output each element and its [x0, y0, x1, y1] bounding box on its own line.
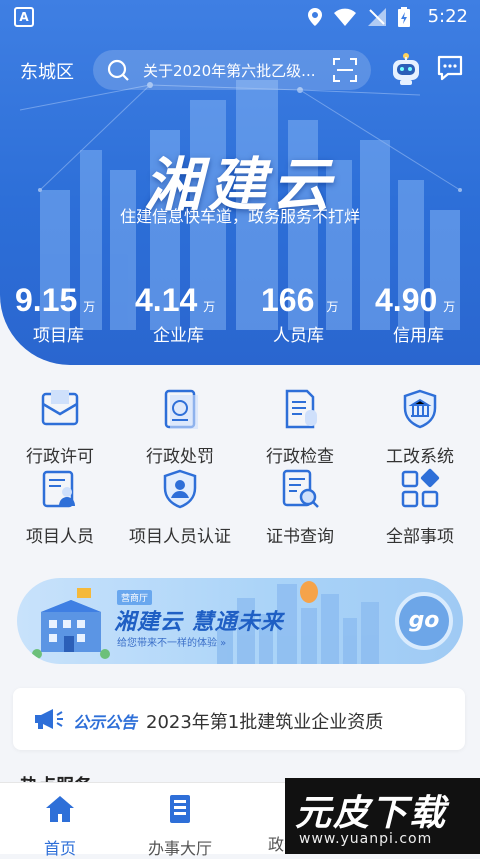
service-project-staff[interactable]: 项目人员: [0, 468, 120, 547]
service-label: 项目人员认证: [129, 527, 231, 547]
service-label: 行政许可: [26, 447, 94, 467]
stat-enterprise[interactable]: 4.14 万 企业库: [135, 282, 255, 346]
stat-label: 项目库: [33, 326, 84, 346]
wifi-icon: [334, 8, 356, 26]
service-admin-license[interactable]: 行政许可: [0, 388, 120, 467]
brand-slogan: 住建信息快车道，政务服务不打烊: [119, 207, 360, 226]
stat-value: 9.15: [15, 282, 78, 318]
notice-bar[interactable]: 公示公告 2023年第1批建筑业企业资质: [13, 688, 465, 750]
stat-unit: 万: [443, 300, 456, 314]
tab-home[interactable]: 首页: [0, 793, 120, 859]
battery-icon: [398, 7, 410, 27]
watermark-title: 元皮下载: [295, 793, 448, 834]
megaphone-icon: [35, 709, 63, 729]
banner-tag: 营商厅: [117, 590, 153, 605]
promo-banner[interactable]: 营商厅 湘建云 慧通未来 给您带来不一样的体验 » go: [17, 578, 463, 664]
home-icon: [46, 796, 74, 822]
service-label: 行政检查: [266, 447, 334, 467]
district-selector[interactable]: 东城区: [20, 58, 74, 84]
search-input[interactable]: 关于2020年第六批乙级...: [93, 50, 371, 90]
building-illustration: [32, 588, 110, 659]
search-placeholder: 关于2020年第六批乙级...: [143, 62, 316, 80]
service-reform-system[interactable]: 工改系统: [360, 388, 480, 467]
service-certificate-query[interactable]: 证书查询: [240, 468, 360, 547]
stat-label: 人员库: [273, 326, 324, 346]
message-icon[interactable]: [436, 54, 464, 82]
service-label: 项目人员: [26, 527, 94, 547]
all-items-icon: [401, 468, 440, 508]
status-bar: A 5:22: [0, 0, 480, 34]
staff-icon: [42, 470, 75, 508]
stat-credit[interactable]: 4.90 万 信用库: [375, 282, 480, 346]
service-admin-penalty[interactable]: 行政处罚: [120, 388, 240, 467]
watermark-url: www.yuanpi.com: [299, 831, 433, 847]
stats-row: 9.15 万 项目库 4.14 万 企业库 166 万 人员库 4.90 万 信用库: [0, 282, 480, 352]
no-signal-icon: [368, 8, 386, 26]
user-shield-icon: [163, 469, 197, 509]
stat-value: 4.14: [135, 282, 198, 318]
penalty-icon: [164, 389, 198, 429]
app-notification-icon: A: [14, 7, 34, 27]
stat-project[interactable]: 9.15 万 项目库: [15, 282, 135, 346]
stat-personnel[interactable]: 166 万 人员库: [261, 282, 381, 346]
notice-text[interactable]: 2023年第1批建筑业企业资质: [146, 708, 383, 734]
service-all-items[interactable]: 全部事项: [360, 468, 480, 547]
clock: 5:22: [427, 6, 468, 27]
license-icon: [41, 390, 79, 426]
certificate-search-icon: [282, 469, 319, 508]
inspection-icon: [285, 389, 317, 429]
robot-assistant-icon[interactable]: [390, 52, 422, 86]
tab-service-hall[interactable]: 办事大厅: [120, 793, 240, 859]
service-admin-inspection[interactable]: 行政检查: [240, 388, 360, 467]
service-label: 工改系统: [386, 447, 454, 467]
stat-label: 企业库: [153, 326, 204, 346]
stat-value: 4.90: [375, 282, 438, 318]
search-icon: [107, 59, 129, 81]
watermark-logo: 元皮下载 www.yuanpi.com: [285, 778, 480, 854]
hero-banner: A 5:22 东城区 关于2020年第六批乙级... 湘建云 住建信息快车道，政…: [0, 0, 480, 365]
notice-label: 公示公告: [73, 713, 138, 732]
tab-label: 首页: [43, 839, 76, 858]
stat-label: 信用库: [393, 326, 444, 346]
service-grid: 行政许可 行政处罚 行政检查 工改系统 项目人员 项目人员认证 证书查询 全部事…: [0, 380, 480, 550]
scan-icon[interactable]: [333, 58, 357, 82]
go-button[interactable]: go: [395, 592, 453, 650]
service-staff-certification[interactable]: 项目人员认证: [120, 468, 240, 547]
service-label: 全部事项: [386, 527, 454, 547]
bank-shield-icon: [403, 389, 437, 429]
banner-subtitle: 给您带来不一样的体验 »: [117, 638, 227, 649]
banner-title: 湘建云 慧通未来: [114, 610, 284, 635]
stat-unit: 万: [83, 300, 96, 314]
tab-label: 办事大厅: [147, 839, 212, 858]
top-bar: 东城区 关于2020年第六批乙级...: [0, 48, 480, 92]
service-label: 行政处罚: [146, 447, 214, 467]
stat-unit: 万: [203, 300, 216, 314]
service-label: 证书查询: [266, 527, 334, 547]
stat-unit: 万: [326, 300, 339, 314]
building-icon: [170, 795, 190, 823]
stat-value: 166: [261, 282, 315, 318]
location-icon: [308, 8, 322, 26]
